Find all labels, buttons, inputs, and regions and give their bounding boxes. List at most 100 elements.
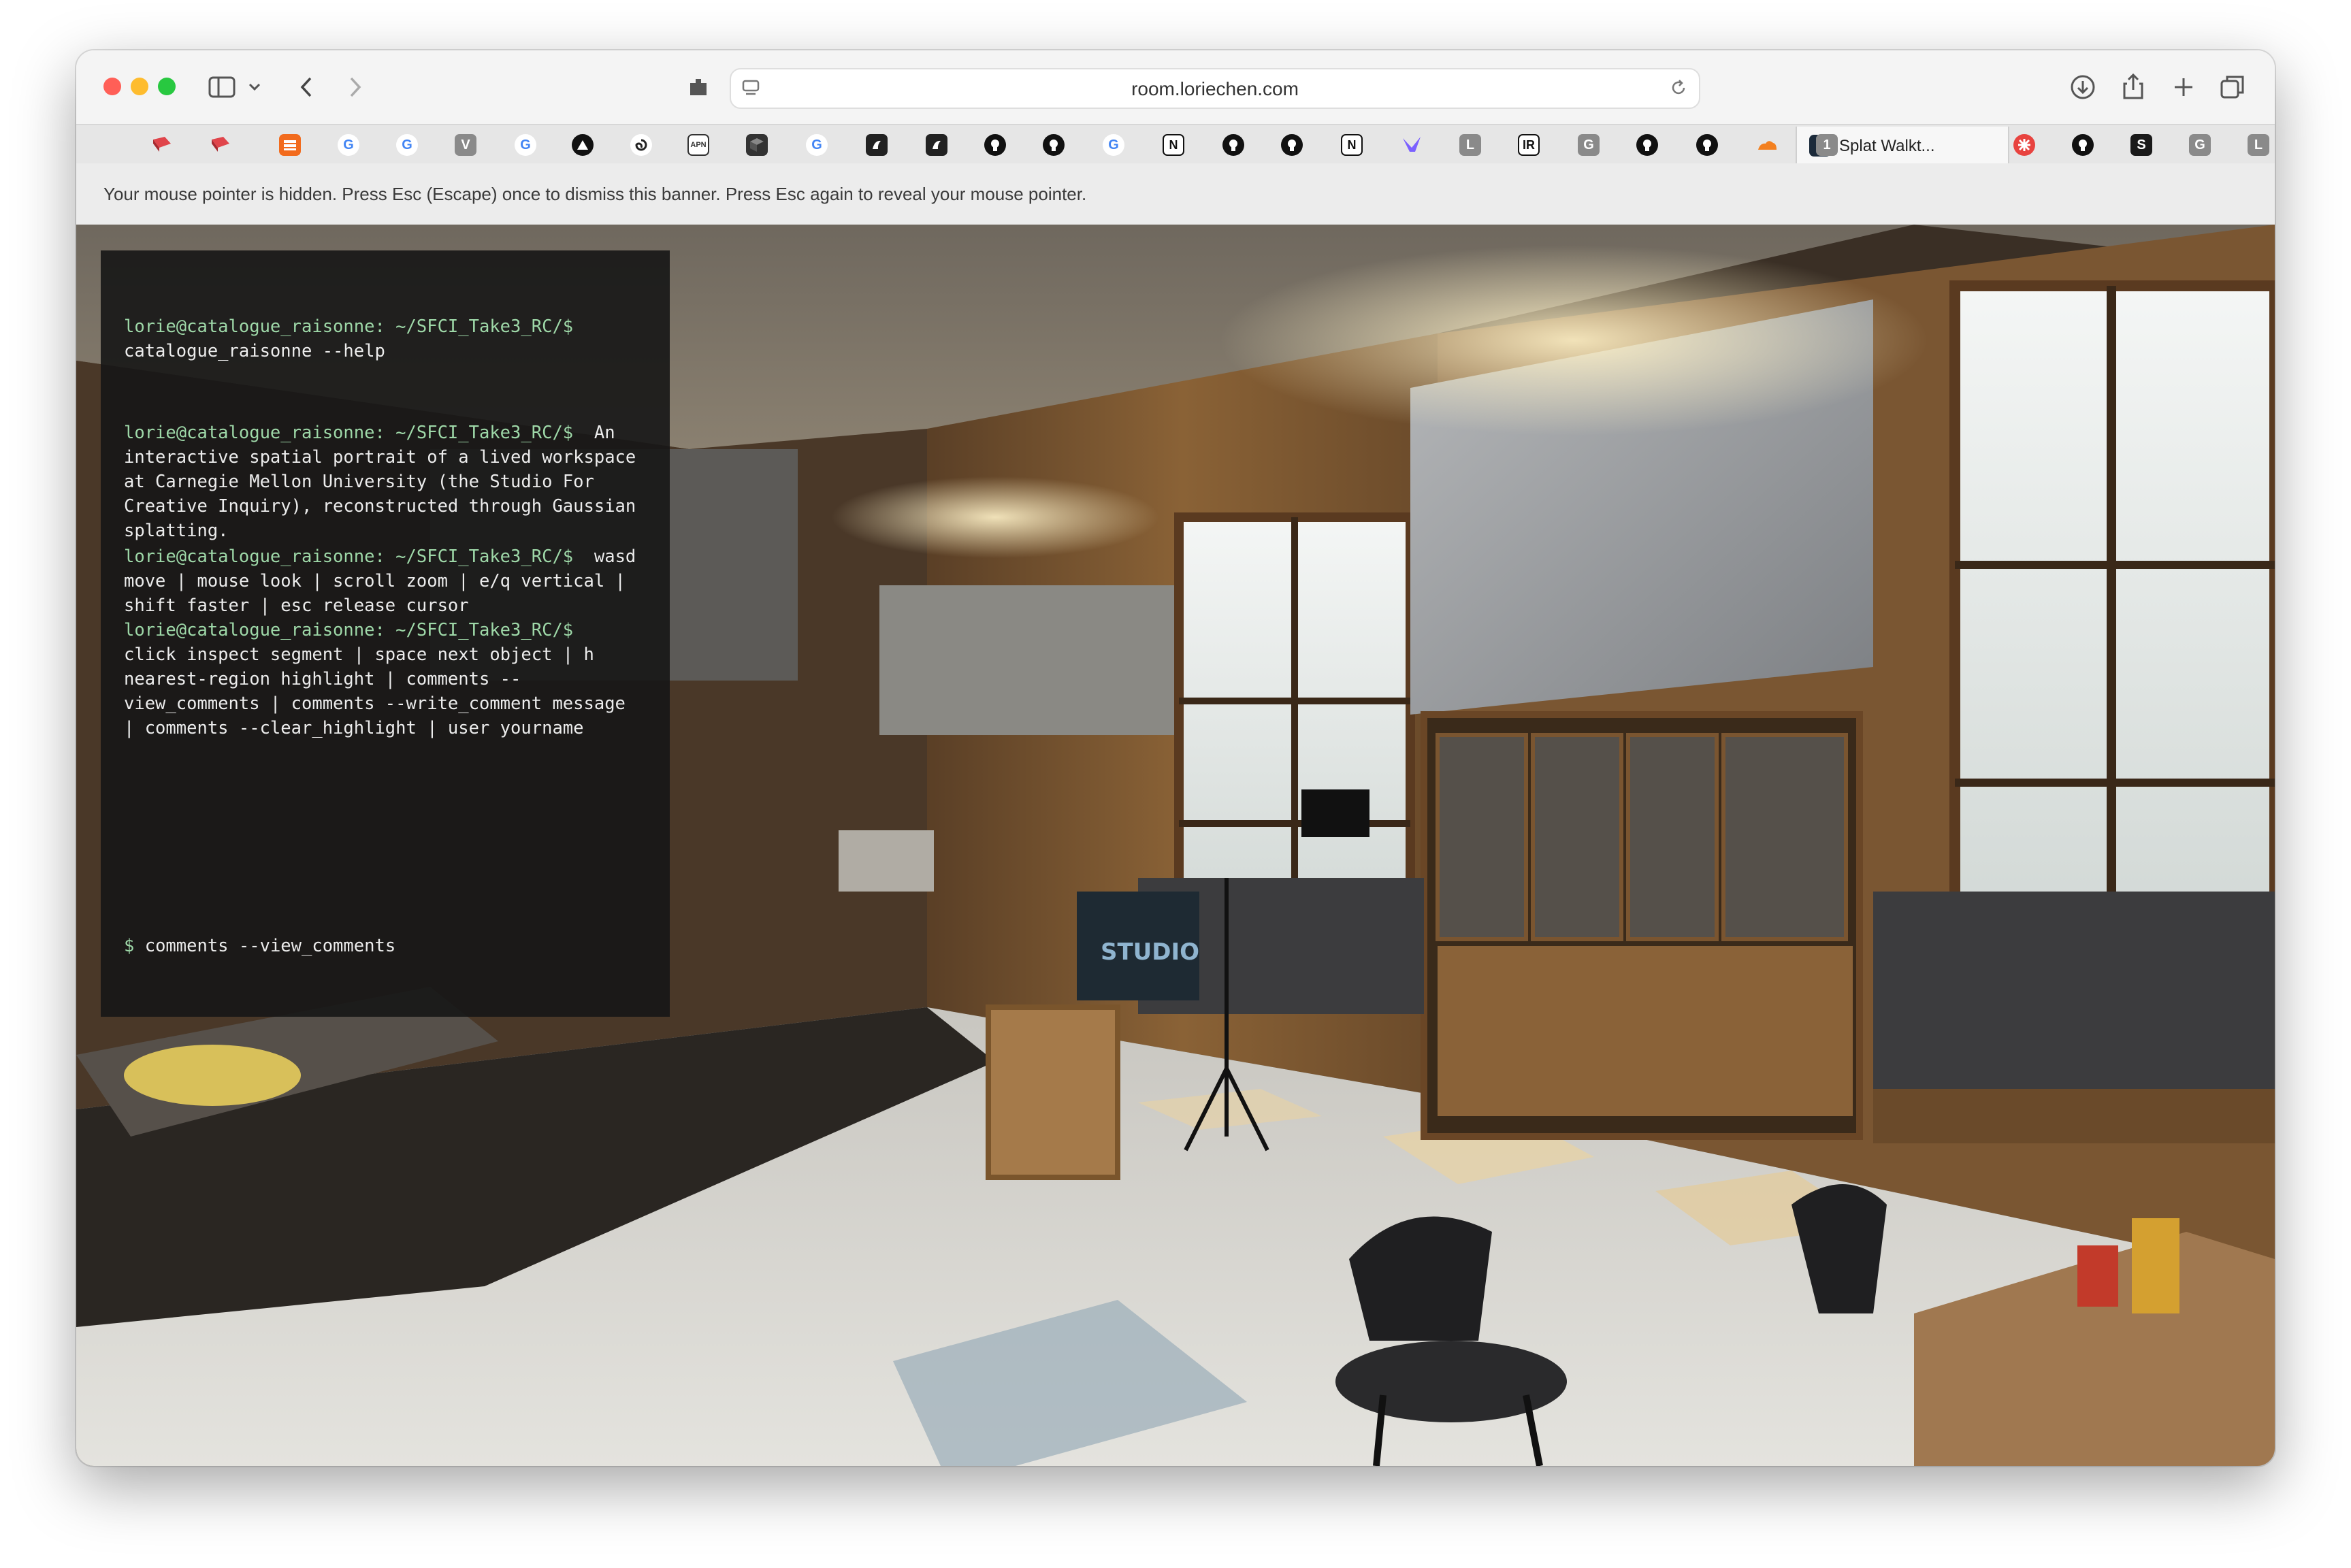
close-window-button[interactable] bbox=[103, 78, 121, 95]
shell-prompt: lorie@catalogue_raisonne: ~/SFCI_Take3_R… bbox=[124, 620, 574, 640]
new-tab-button[interactable] bbox=[2169, 72, 2199, 102]
pixel-text-icon: APN bbox=[687, 134, 709, 156]
tab-3[interactable] bbox=[265, 125, 314, 162]
tab-26[interactable] bbox=[1623, 125, 1672, 162]
tab-title: Splat Walkt... bbox=[1839, 137, 1935, 155]
tab-14[interactable] bbox=[912, 125, 961, 162]
terminal-output-text: splatting. bbox=[124, 521, 229, 541]
tab-5[interactable]: G bbox=[383, 125, 432, 162]
tab-24[interactable]: IR bbox=[1504, 125, 1553, 162]
sidebar-toggle-button[interactable] bbox=[207, 74, 237, 101]
tab-18[interactable]: N bbox=[1149, 125, 1198, 162]
tab-21[interactable]: N bbox=[1327, 125, 1376, 162]
terminal-line: lorie@catalogue_raisonne: ~/SFCI_Take3_R… bbox=[124, 543, 636, 570]
triangle-circle-icon bbox=[572, 134, 594, 156]
sidebar-menu-button[interactable] bbox=[246, 78, 263, 97]
minimize-window-button[interactable] bbox=[131, 78, 148, 95]
terminal-input[interactable]: comments --view_comments bbox=[145, 936, 395, 956]
tab-33[interactable]: G bbox=[2175, 125, 2224, 162]
tab-2[interactable] bbox=[196, 125, 245, 162]
shell-prompt: lorie@catalogue_raisonne: ~/SFCI_Take3_R… bbox=[124, 316, 574, 337]
purple-bird-icon bbox=[1401, 134, 1423, 156]
terminal-line: lorie@catalogue_raisonne: ~/SFCI_Take3_R… bbox=[124, 617, 573, 644]
github-icon bbox=[1281, 134, 1303, 156]
tab-15[interactable] bbox=[971, 125, 1020, 162]
github-icon bbox=[1696, 134, 1718, 156]
reload-icon[interactable] bbox=[1669, 78, 1688, 97]
terminal-line: catalogue_raisonne --help bbox=[124, 338, 385, 365]
tab-20[interactable] bbox=[1267, 125, 1316, 162]
tab-12[interactable]: G bbox=[792, 125, 841, 162]
terminal-output-text: move | mouse look | scroll zoom | e/q ve… bbox=[124, 571, 626, 591]
tab-6[interactable]: V bbox=[441, 125, 490, 162]
google-icon: G bbox=[806, 134, 828, 156]
terminal-output-text: catalogue_raisonne --help bbox=[124, 341, 385, 361]
tabs-overview-icon bbox=[2220, 76, 2244, 99]
letter-g-icon: G bbox=[1578, 134, 1600, 156]
tab-19[interactable] bbox=[1209, 125, 1258, 162]
terminal-line: click inspect segment | space next objec… bbox=[124, 641, 594, 668]
tab-28[interactable] bbox=[1742, 125, 1791, 162]
terminal-output-text: | comments --clear_highlight | user your… bbox=[124, 718, 584, 738]
ip-icon: IR bbox=[1518, 134, 1540, 156]
tab-17[interactable]: G bbox=[1089, 125, 1138, 162]
tab-9[interactable] bbox=[617, 125, 666, 162]
input-prompt: $ bbox=[124, 936, 135, 956]
terminal-output-text: interactive spatial portrait of a lived … bbox=[124, 447, 636, 468]
puzzle-extension-icon bbox=[690, 79, 707, 95]
tab-11[interactable] bbox=[732, 125, 781, 162]
tab-34[interactable]: L bbox=[2234, 125, 2275, 162]
terminal-output-text: at Carnegie Mellon University (the Studi… bbox=[124, 472, 594, 492]
tab-25[interactable]: G bbox=[1564, 125, 1613, 162]
google-icon: G bbox=[1103, 134, 1124, 156]
terminal-output-text: shift faster | esc release cursor bbox=[124, 595, 469, 616]
tab-bar: lc Splat Walkt... GGVGAPNGGNNLIRG1SGL bbox=[76, 124, 2275, 166]
tab-31[interactable] bbox=[2058, 125, 2107, 162]
tab-29[interactable]: 1 bbox=[1802, 125, 1851, 162]
letter-l-icon: L bbox=[2248, 134, 2269, 156]
letter-v-icon: V bbox=[455, 134, 476, 156]
forward-button[interactable] bbox=[342, 74, 369, 101]
tab-22[interactable] bbox=[1387, 125, 1436, 162]
google-icon: G bbox=[338, 134, 359, 156]
terminal-output-text: nearest-region highlight | comments -- bbox=[124, 669, 521, 689]
terminal-input-line[interactable]: $ comments --view_comments bbox=[124, 932, 395, 960]
tab-13[interactable] bbox=[852, 125, 901, 162]
pointer-lock-banner: Your mouse pointer is hidden. Press Esc … bbox=[76, 163, 2275, 226]
maximize-window-button[interactable] bbox=[158, 78, 176, 95]
tab-30[interactable] bbox=[2000, 125, 2049, 162]
terminal-output-text: click inspect segment | space next objec… bbox=[124, 644, 594, 665]
terminal-line: lorie@catalogue_raisonne: ~/SFCI_Take3_R… bbox=[124, 419, 615, 446]
tab-27[interactable] bbox=[1683, 125, 1732, 162]
tab-8[interactable] bbox=[558, 125, 607, 162]
red-asterisk-icon bbox=[2013, 134, 2035, 156]
tab-10[interactable]: APN bbox=[674, 125, 723, 162]
share-button[interactable] bbox=[2118, 71, 2148, 102]
tab-23[interactable]: L bbox=[1446, 125, 1495, 162]
cube-icon bbox=[746, 134, 768, 156]
letter-g-icon: G bbox=[2189, 134, 2211, 156]
terminal-line: | comments --clear_highlight | user your… bbox=[124, 715, 584, 742]
sidebar-icon bbox=[208, 76, 236, 98]
page-content[interactable]: STUDIO $ comments --view_comments lorie@… bbox=[76, 225, 2275, 1466]
downloads-button[interactable] bbox=[2068, 72, 2098, 102]
tab-7[interactable]: G bbox=[501, 125, 550, 162]
tab-4[interactable]: G bbox=[324, 125, 373, 162]
terminal-line: at Carnegie Mellon University (the Studi… bbox=[124, 468, 594, 495]
tab-32[interactable]: S bbox=[2117, 125, 2166, 162]
github-icon bbox=[1636, 134, 1658, 156]
github-icon bbox=[2072, 134, 2094, 156]
terminal-line: move | mouse look | scroll zoom | e/q ve… bbox=[124, 568, 626, 595]
extension-button[interactable] bbox=[683, 74, 713, 101]
terminal-line: shift faster | esc release cursor bbox=[124, 592, 469, 619]
tab-16[interactable] bbox=[1029, 125, 1078, 162]
terminal-line: interactive spatial portrait of a lived … bbox=[124, 444, 636, 471]
terminal-panel[interactable]: $ comments --view_comments lorie@catalog… bbox=[101, 250, 670, 1017]
tab-overview-button[interactable] bbox=[2218, 72, 2248, 102]
cloudflare-icon bbox=[1756, 134, 1778, 156]
tab-1[interactable] bbox=[137, 125, 187, 162]
letter-l-icon: L bbox=[1459, 134, 1481, 156]
back-button[interactable] bbox=[293, 74, 320, 101]
address-bar[interactable]: room.loriechen.com bbox=[730, 68, 1700, 109]
s-dark-icon: S bbox=[2130, 134, 2152, 156]
